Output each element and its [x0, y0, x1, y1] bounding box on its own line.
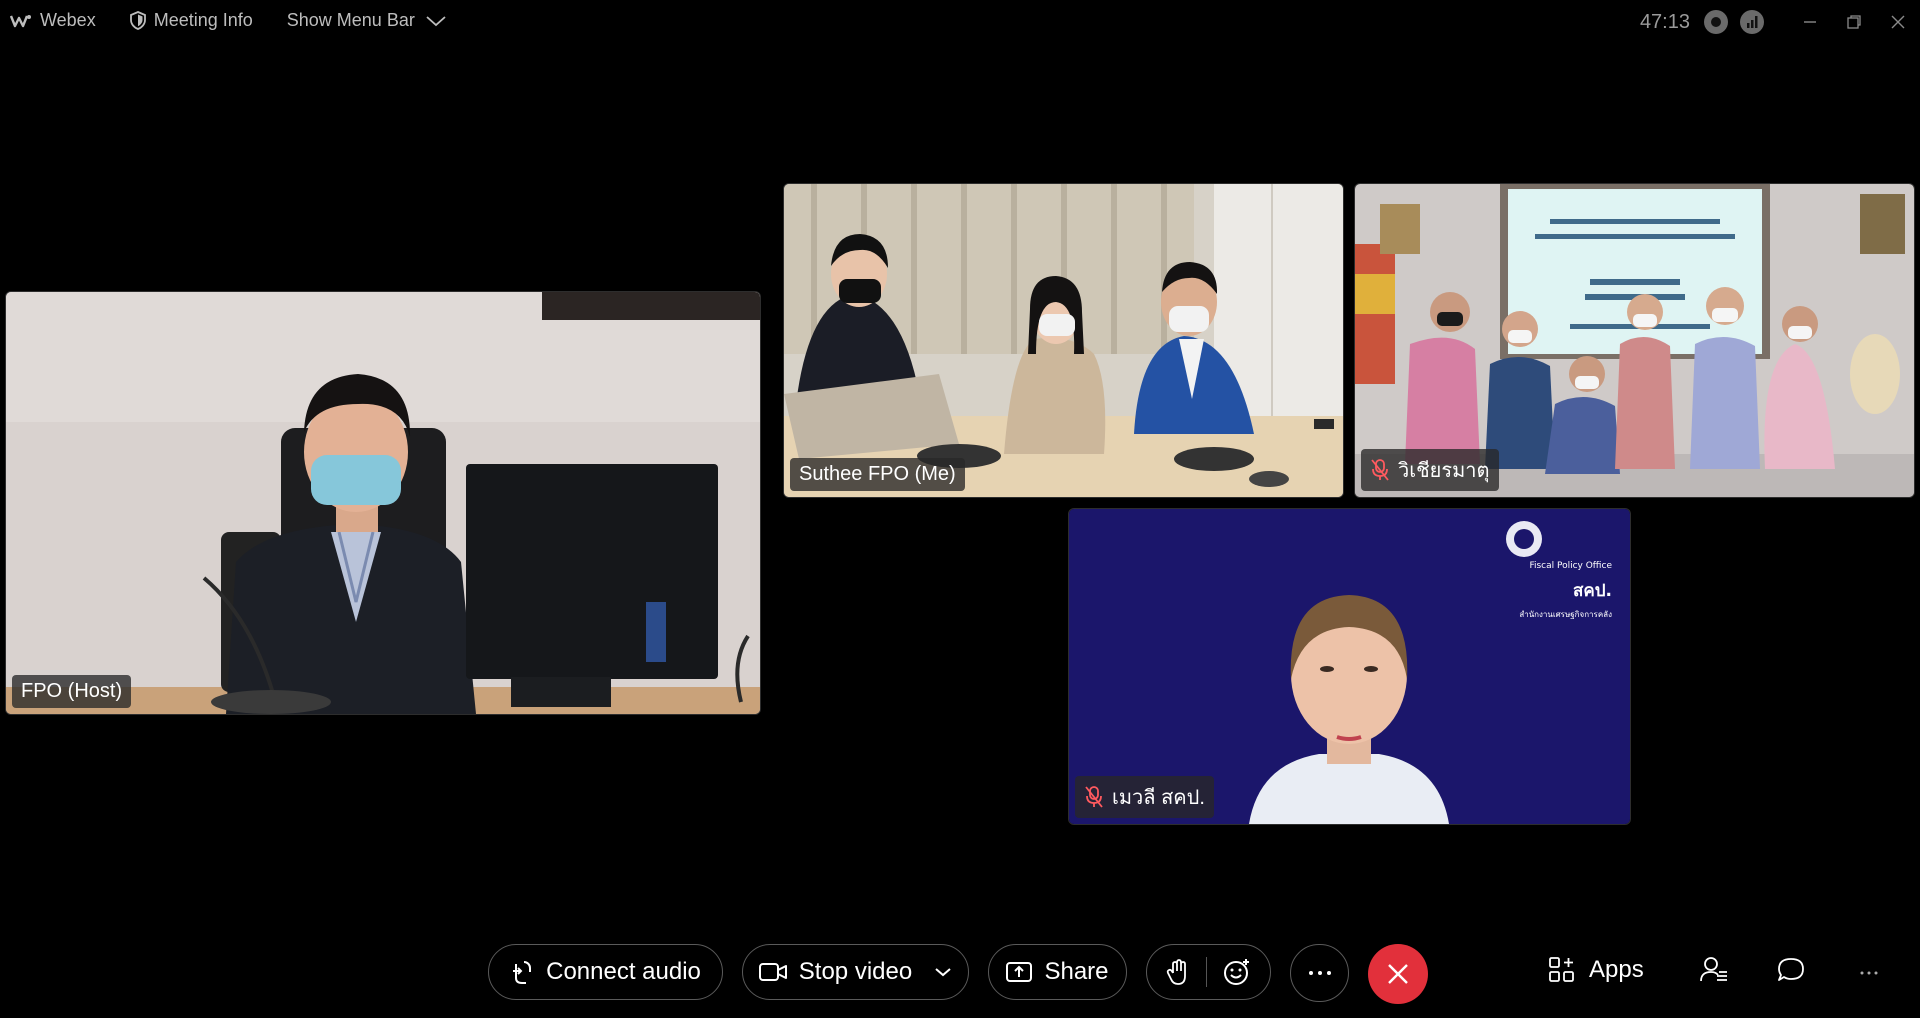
connect-audio-button[interactable]: Connect audio — [488, 944, 723, 1000]
more-horizontal-icon — [1860, 971, 1878, 975]
video-tile-participant[interactable]: Fiscal Policy Office สคป. สำนักงานเศรษฐก… — [1068, 508, 1631, 825]
close-icon — [1388, 964, 1408, 984]
apps-button[interactable]: Apps — [1549, 956, 1644, 984]
video-camera-icon — [758, 963, 787, 981]
raise-hand-icon[interactable] — [1166, 958, 1190, 986]
shield-icon — [129, 11, 146, 30]
more-panel-options-button[interactable] — [1860, 971, 1878, 975]
show-menu-bar-button[interactable]: Show Menu Bar — [287, 10, 447, 31]
chat-bubble-icon — [1778, 958, 1804, 981]
microphone-muted-icon — [1371, 459, 1389, 481]
participant-name-tag: FPO (Host) — [12, 675, 132, 708]
apps-grid-icon — [1549, 957, 1574, 982]
participant-name-tag: Suthee FPO (Me) — [790, 458, 965, 491]
close-icon — [1891, 15, 1905, 29]
connect-audio-label: Connect audio — [546, 958, 701, 985]
more-options-button[interactable] — [1290, 944, 1349, 1002]
backdrop-org-thai: สำนักงานเศรษฐกิจการคลัง — [1519, 610, 1612, 619]
close-button[interactable] — [1876, 6, 1920, 38]
webex-logo-item[interactable]: Webex — [10, 10, 96, 31]
recording-indicator-icon[interactable] — [1704, 10, 1728, 34]
participants-button[interactable] — [1700, 956, 1728, 984]
chevron-down-icon[interactable] — [934, 966, 952, 978]
participant-name: วิเชียรมาตุ — [1398, 460, 1490, 482]
stop-video-label: Stop video — [798, 958, 913, 985]
restore-icon — [1847, 15, 1861, 29]
meeting-info-label: Meeting Info — [153, 10, 253, 30]
emoji-reaction-icon[interactable] — [1223, 958, 1251, 986]
participant-name: FPO (Host) — [21, 680, 123, 702]
meeting-controls: Connect audio Stop video Share Apps — [0, 942, 1920, 1008]
meeting-info-button[interactable]: Meeting Info — [129, 10, 253, 31]
audio-connect-icon — [513, 961, 532, 984]
apps-label: Apps — [1589, 956, 1644, 983]
end-meeting-button[interactable] — [1368, 944, 1428, 1004]
share-label: Share — [1044, 958, 1109, 985]
participant-name-tag: เมวลี สคป. — [1075, 776, 1214, 818]
video-tile-self[interactable]: Suthee FPO (Me) — [783, 183, 1344, 498]
app-name: Webex — [40, 10, 96, 30]
participants-icon — [1700, 957, 1727, 982]
reactions-group — [1146, 944, 1271, 1000]
participant-name: Suthee FPO (Me) — [799, 463, 956, 485]
chevron-down-icon — [426, 15, 446, 26]
stop-video-button[interactable]: Stop video — [742, 944, 969, 1000]
backdrop-org-english: Fiscal Policy Office — [1529, 561, 1612, 571]
participant-name: เมวลี สคป. — [1112, 787, 1205, 809]
title-bar: Webex Meeting Info Show Menu Bar 47:13 — [0, 0, 1920, 44]
backdrop-text: Fiscal Policy Office สคป. สำนักงานเศรษฐก… — [1519, 561, 1612, 621]
meeting-timer: 47:13 — [1639, 10, 1690, 33]
self-video-feed — [784, 184, 1343, 497]
backdrop-org-abbrev: สคป. — [1573, 581, 1612, 601]
minimize-button[interactable] — [1788, 6, 1832, 38]
show-menu-bar-label: Show Menu Bar — [286, 10, 415, 30]
reactions-divider — [1206, 957, 1207, 987]
chat-button[interactable] — [1777, 956, 1805, 984]
network-stats-icon[interactable] — [1740, 10, 1764, 34]
more-horizontal-icon — [1308, 971, 1331, 975]
microphone-muted-icon — [1085, 786, 1103, 808]
video-tile-participant[interactable]: วิเชียรมาตุ — [1354, 183, 1915, 498]
participant-name-tag: วิเชียรมาตุ — [1361, 449, 1499, 491]
share-screen-icon — [1006, 962, 1033, 982]
video-tile-host[interactable]: FPO (Host) — [5, 291, 761, 715]
restore-button[interactable] — [1832, 6, 1876, 38]
webex-logo-icon — [10, 14, 31, 27]
share-button[interactable]: Share — [988, 944, 1127, 1000]
host-video-feed — [6, 292, 760, 714]
minimize-icon — [1804, 21, 1816, 23]
